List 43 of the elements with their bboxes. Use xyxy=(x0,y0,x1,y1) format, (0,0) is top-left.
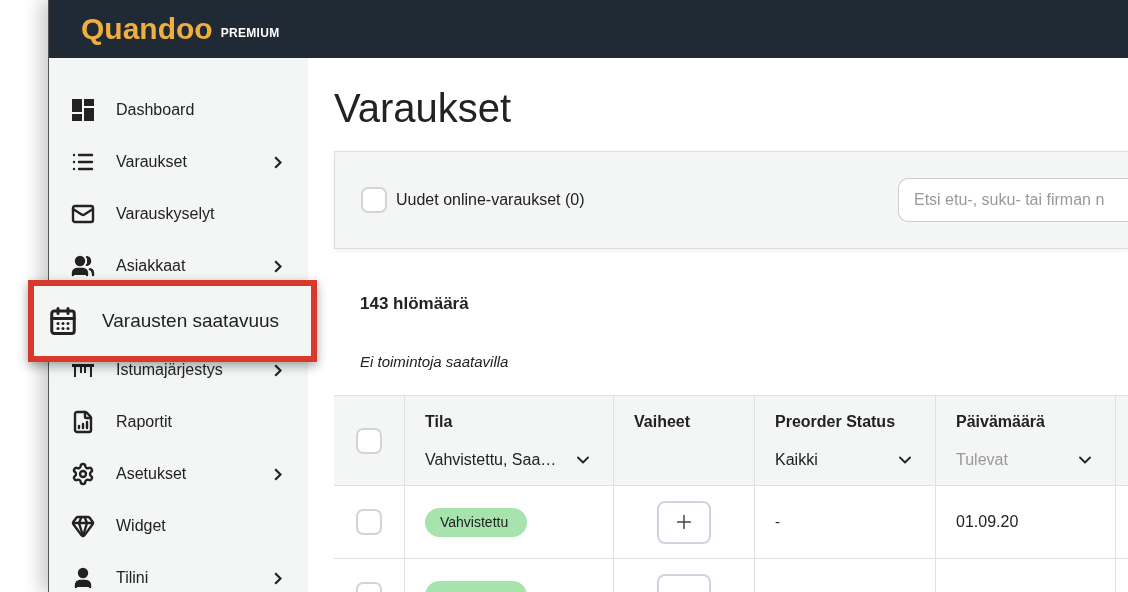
column-heading: Tila xyxy=(425,412,453,432)
count-text: 143 hlömäärä xyxy=(360,293,469,315)
chevron-right-icon xyxy=(274,259,282,273)
nav-item[interactable]: Asetukset xyxy=(49,463,308,485)
report-icon xyxy=(71,410,95,434)
checkbox[interactable] xyxy=(356,427,382,454)
page-title: Varaukset xyxy=(334,88,512,128)
nav-item[interactable]: Dashboard xyxy=(49,99,308,121)
actions-note: Ei toimintoja saatavilla xyxy=(360,351,509,372)
nav-item[interactable]: Asiakkaat xyxy=(49,255,308,277)
chevron-right-icon xyxy=(274,363,282,377)
search-field[interactable]: Etsi etu-, suku- tai firman n xyxy=(898,178,1128,222)
nav-item[interactable]: Varauskyselyt xyxy=(49,203,308,225)
column-filter[interactable]: Vahvistettu, Saa… xyxy=(425,448,593,472)
nav-item[interactable]: Raportit xyxy=(49,411,308,433)
add-step-button[interactable] xyxy=(657,500,711,544)
diamond-icon xyxy=(71,514,95,538)
highlighted-nav-item[interactable]: Varausten saatavuus xyxy=(28,280,317,362)
settings-icon xyxy=(71,462,95,486)
column-heading: Päivämäärä xyxy=(956,412,1045,432)
chevron-right-icon xyxy=(274,467,282,481)
checkbox[interactable] xyxy=(361,187,387,213)
dashboard-icon xyxy=(71,98,95,122)
checkbox-label: Uudet online-varaukset (0) xyxy=(396,190,585,210)
mail-icon xyxy=(71,202,95,226)
column-filter[interactable]: Kaikki xyxy=(775,448,915,472)
nav-item[interactable]: Varaukset xyxy=(49,151,308,173)
chevron-right-icon xyxy=(274,571,282,585)
status-badge: Vahvistettu xyxy=(425,507,527,537)
nav-item[interactable]: Widget xyxy=(49,515,308,537)
chevron-right-icon xyxy=(274,155,282,169)
nav-item[interactable]: Tilini xyxy=(49,567,308,589)
checkbox[interactable] xyxy=(356,509,382,535)
calendar-icon xyxy=(48,306,78,336)
table-cell-text: 01.09.20 xyxy=(956,512,1019,532)
people-icon xyxy=(71,254,95,278)
tier-label: PREMIUM xyxy=(220,25,280,42)
logo[interactable]: Quandoo xyxy=(81,14,213,44)
table-cell-text: - xyxy=(775,511,780,532)
table-icon xyxy=(72,363,94,377)
nav-item[interactable]: Istumajärjestys xyxy=(49,359,308,381)
column-heading: Preorder Status xyxy=(775,412,896,432)
column-heading: Vaiheet xyxy=(634,412,691,432)
